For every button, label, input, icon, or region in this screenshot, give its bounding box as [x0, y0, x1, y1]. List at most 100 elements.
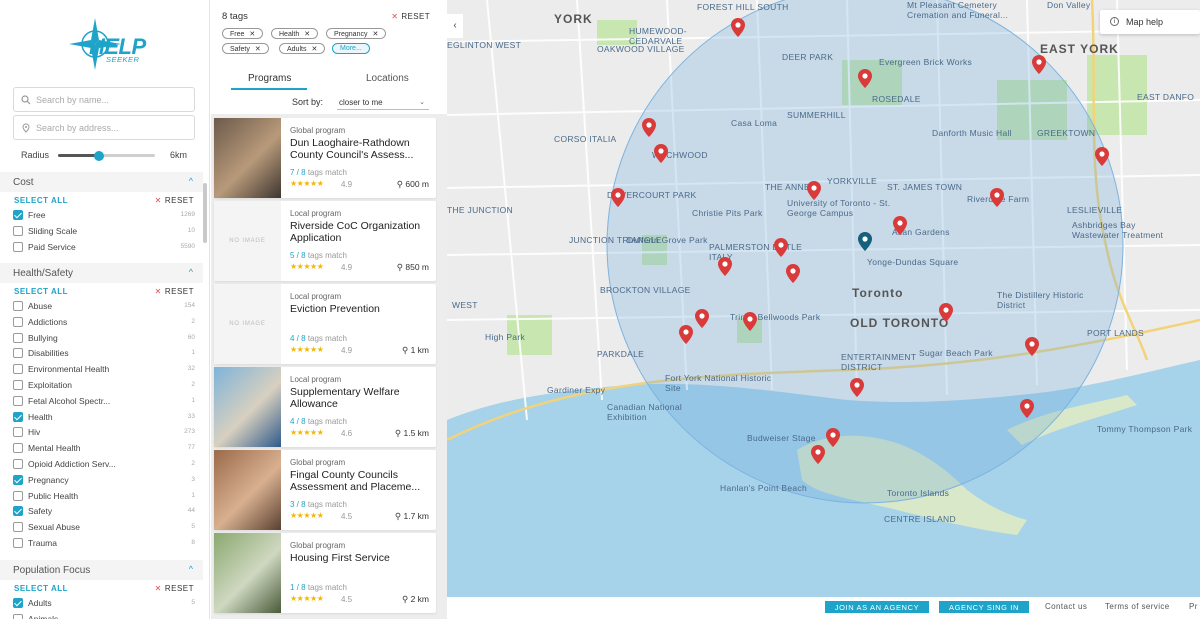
tab-programs[interactable]: Programs: [248, 73, 291, 84]
help-seeker-logo[interactable]: HELP SEEKER: [62, 14, 154, 74]
filter-checkbox-free[interactable]: Free 1269: [13, 208, 195, 222]
map-pin[interactable]: [654, 144, 668, 168]
filter-checkbox-addictions[interactable]: Addictions 2: [13, 315, 195, 329]
map-help-button[interactable]: i Map help: [1100, 10, 1200, 34]
checkbox[interactable]: [13, 348, 23, 359]
map-pin[interactable]: [786, 264, 800, 288]
checkbox[interactable]: [13, 538, 23, 548]
filter-checkbox-sliding-scale[interactable]: Sliding Scale 10: [13, 224, 195, 238]
radius-slider-handle[interactable]: [93, 151, 104, 161]
cost-reset[interactable]: ✕ RESET: [155, 196, 194, 205]
map-pin[interactable]: [850, 378, 864, 402]
filter-checkbox-hiv[interactable]: Hiv 273: [13, 425, 195, 439]
join-agency-button[interactable]: JOIN AS AN AGENCY: [825, 601, 929, 613]
checkbox[interactable]: [13, 598, 23, 608]
checkbox[interactable]: [13, 332, 23, 343]
result-card[interactable]: Global program Housing First Service 1 / 8…: [214, 533, 436, 613]
map-pin[interactable]: [743, 312, 757, 336]
result-title[interactable]: Housing First Service: [290, 552, 430, 564]
checkbox[interactable]: [13, 427, 23, 438]
tag-chip[interactable]: Free ✕: [222, 28, 264, 39]
checkbox[interactable]: [13, 380, 23, 390]
map-pin[interactable]: [811, 445, 825, 469]
filter-checkbox-mental-health[interactable]: Mental Health 77: [13, 441, 195, 455]
close-icon[interactable]: ✕: [311, 46, 317, 53]
checkbox[interactable]: [13, 316, 23, 327]
result-card[interactable]: NO IMAGE Local program Eviction Prevention…: [214, 284, 436, 364]
section-cost-header[interactable]: Cost ^: [0, 172, 203, 192]
filter-checkbox-health[interactable]: Health 33: [13, 410, 195, 424]
cost-select-all[interactable]: SELECT ALL: [14, 196, 68, 205]
result-card[interactable]: Global program Dun Laoghaire-Rathdown Cou…: [214, 118, 436, 198]
filter-checkbox-sexual-abuse[interactable]: Sexual Abuse 5: [13, 520, 195, 534]
terms-link[interactable]: Terms of service: [1105, 602, 1170, 611]
tag-chip[interactable]: Safety ✕: [222, 43, 269, 54]
result-title[interactable]: Eviction Prevention: [290, 303, 430, 315]
map-pin[interactable]: [826, 428, 840, 452]
map-pin[interactable]: [1032, 55, 1046, 79]
map-pin[interactable]: [858, 69, 872, 93]
checkbox[interactable]: [13, 459, 23, 469]
population-select-all[interactable]: SELECT ALL: [14, 584, 68, 593]
tag-more-button[interactable]: More...: [332, 43, 370, 54]
result-card[interactable]: Local program Supplementary Welfare Allow…: [214, 367, 436, 447]
map-pin[interactable]: [718, 257, 732, 281]
checkbox[interactable]: [13, 490, 23, 501]
filter-checkbox-exploitation[interactable]: Exploitation 2: [13, 378, 195, 392]
filter-checkbox-paid-service[interactable]: Paid Service 5590: [13, 240, 195, 254]
close-icon[interactable]: ✕: [255, 46, 261, 53]
result-title[interactable]: Fingal County Councils Assessment and Pl…: [290, 469, 430, 493]
map-pin[interactable]: [774, 238, 788, 262]
agency-signin-button[interactable]: AGENCY SING IN: [939, 601, 1029, 613]
tag-chip[interactable]: Adults ✕: [279, 43, 326, 54]
close-icon[interactable]: ✕: [249, 31, 255, 38]
contact-link[interactable]: Contact us: [1045, 602, 1087, 611]
radius-slider[interactable]: [58, 151, 155, 161]
tag-chip[interactable]: Health ✕: [271, 28, 319, 39]
map-pin-selected[interactable]: [858, 232, 872, 256]
checkbox[interactable]: [13, 506, 23, 517]
result-title[interactable]: Supplementary Welfare Allowance: [290, 386, 430, 410]
privacy-link[interactable]: Pr: [1189, 602, 1198, 611]
map-pin[interactable]: [695, 309, 709, 333]
filter-checkbox-abuse[interactable]: Abuse 154: [13, 299, 195, 313]
checkbox[interactable]: [13, 364, 23, 375]
search-address-input[interactable]: Search by address...: [13, 115, 195, 140]
result-card[interactable]: Global program Fingal County Councils Ass…: [214, 450, 436, 530]
map-pin[interactable]: [990, 188, 1004, 212]
map-pin[interactable]: [1020, 399, 1034, 423]
tag-chip[interactable]: Pregnancy ✕: [326, 28, 387, 39]
checkbox[interactable]: [13, 301, 23, 311]
filter-checkbox-bullying[interactable]: Bullying 60: [13, 331, 195, 345]
checkbox[interactable]: [13, 395, 23, 406]
checkbox[interactable]: [13, 210, 23, 220]
map-pin[interactable]: [731, 18, 745, 42]
map-pin[interactable]: [1025, 337, 1039, 361]
filter-checkbox-public-health[interactable]: Public Health 1: [13, 489, 195, 503]
search-name-input[interactable]: Search by name...: [13, 87, 195, 112]
map-pin[interactable]: [939, 303, 953, 327]
checkbox[interactable]: [13, 411, 23, 422]
filter-checkbox-environmental-health[interactable]: Environmental Health 32: [13, 362, 195, 376]
section-population-header[interactable]: Population Focus ^: [0, 560, 203, 580]
filter-scrollbar[interactable]: [203, 183, 207, 243]
tab-locations[interactable]: Locations: [366, 73, 409, 84]
result-card[interactable]: NO IMAGE Local program Riverside CoC Organ…: [214, 201, 436, 281]
chevron-up-icon[interactable]: ^: [189, 176, 193, 186]
checkbox[interactable]: [13, 522, 23, 533]
map-pin[interactable]: [1095, 147, 1109, 171]
filter-checkbox-adults[interactable]: Adults 5: [13, 596, 195, 610]
sort-select[interactable]: closer to me ⌄: [337, 96, 429, 110]
result-title[interactable]: Dun Laoghaire-Rathdown County Council's …: [290, 137, 430, 161]
map-pin[interactable]: [679, 325, 693, 349]
health-reset[interactable]: ✕ RESET: [155, 287, 194, 296]
checkbox[interactable]: [13, 613, 23, 619]
close-icon[interactable]: ✕: [372, 31, 378, 38]
checkbox[interactable]: [13, 443, 23, 454]
checkbox[interactable]: [13, 225, 23, 236]
map-view[interactable]: YORK FOREST HILL SOUTH HUMEWOOD-CEDARVALE E…: [447, 0, 1200, 597]
filter-checkbox-safety[interactable]: Safety 44: [13, 504, 195, 518]
health-select-all[interactable]: SELECT ALL: [14, 287, 68, 296]
map-pin[interactable]: [807, 181, 821, 205]
population-reset[interactable]: ✕ RESET: [155, 584, 194, 593]
